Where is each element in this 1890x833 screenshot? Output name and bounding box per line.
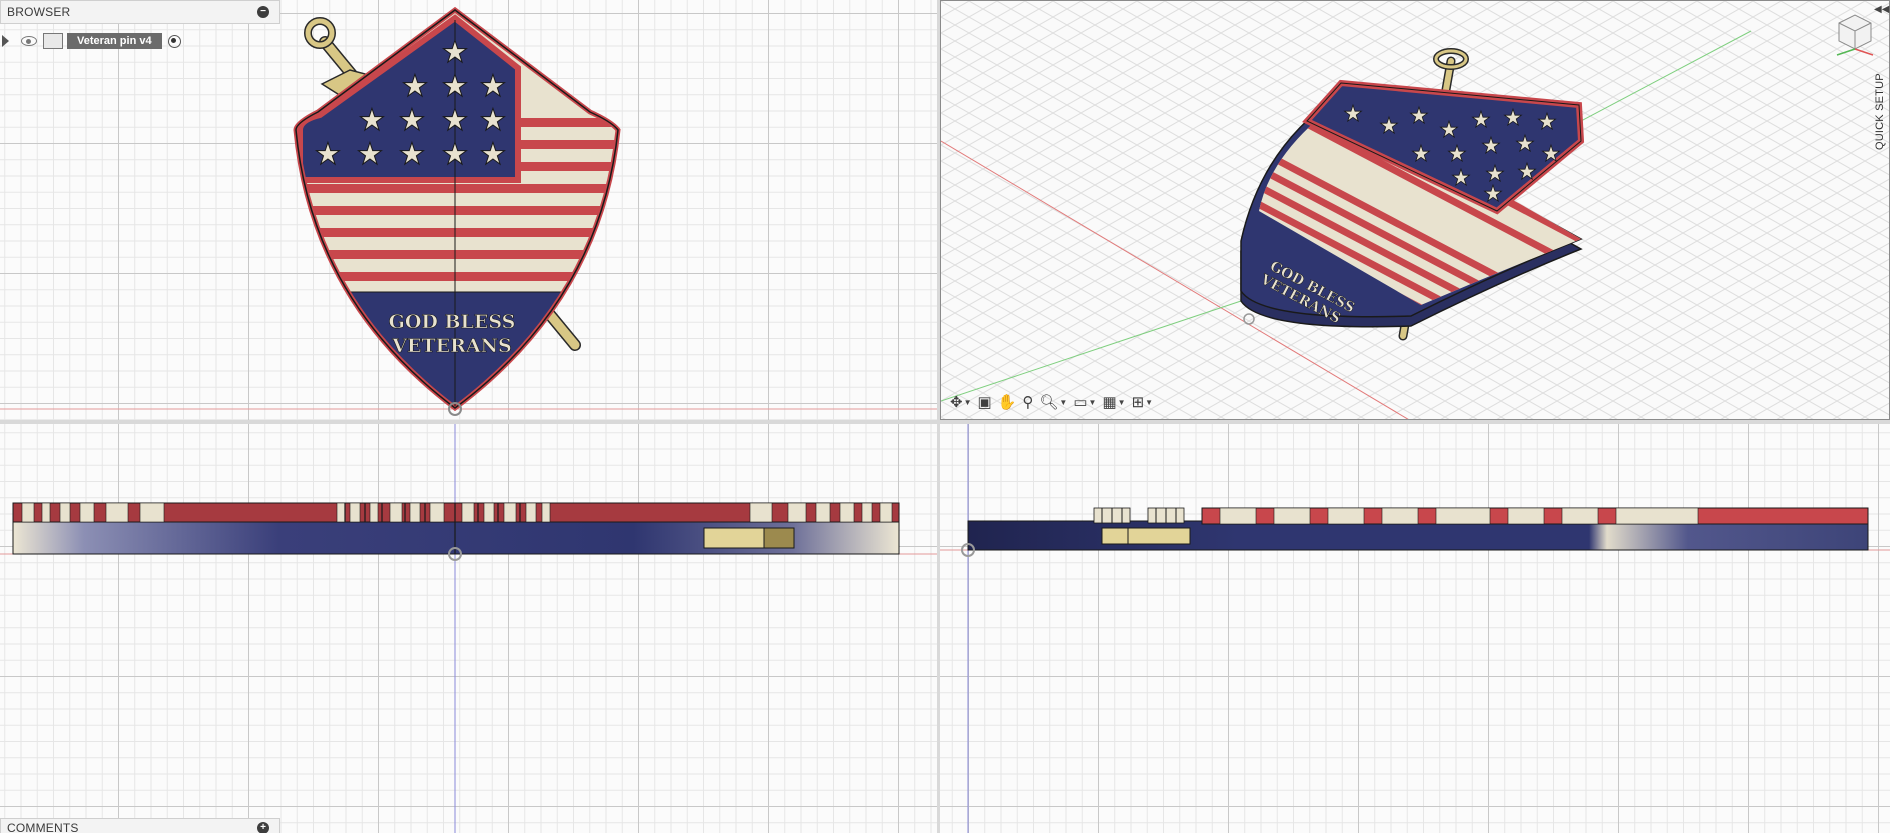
svg-text:★: ★ [402,70,429,103]
svg-text:★: ★ [315,138,342,171]
navigation-toolbar: ✥ ▼ ▣ ✋ ⚲ 🔍︎ ▼ ▭ ▼ ▦ ▼ ⊞ ▼ [948,390,1155,414]
viewport-divider-vertical[interactable] [937,0,940,833]
fit-icon[interactable]: 🔍︎ ▼ [1037,391,1069,413]
svg-text:★: ★ [1481,133,1501,158]
svg-text:★: ★ [480,70,507,103]
svg-text:★: ★ [1343,101,1363,126]
top-view-model: ★ ★ ★ ★ ★ ★ ★ ★ ★ ★ ★ ★ ★ GOD BLESS VETE… [0,6,937,416]
svg-text:★: ★ [1503,105,1523,130]
collapse-arrows-icon[interactable]: ◀◀ [1874,4,1889,15]
viewcube[interactable] [1833,9,1877,59]
look-at-icon[interactable]: ▣ [976,391,994,413]
front-view-model [0,424,937,833]
svg-text:★: ★ [357,138,384,171]
zoom-icon[interactable]: ⚲ [1020,391,1035,413]
plus-circle-icon[interactable]: + [257,822,269,833]
svg-text:★: ★ [1541,141,1561,166]
front-viewport[interactable] [0,424,937,833]
engraved-text-line1: GOD BLESS [389,311,516,333]
perspective-viewport[interactable]: ★ ★ ★ ★ ★ ★ ★ ★ ★ ★ ★ ★ ★ ★ ★ ★ GOD BLESS VETERANS [940,0,1890,420]
top-viewport[interactable]: ★ ★ ★ ★ ★ ★ ★ ★ ★ ★ ★ ★ ★ GOD BLESS VETE… [0,0,937,420]
svg-text:★: ★ [1411,141,1431,166]
right-view-model [940,424,1890,833]
grid-icon[interactable]: ▦ ▼ [1100,391,1127,413]
perspective-model: ★ ★ ★ ★ ★ ★ ★★ ★ ★ ★ ★ ★ ★ ★ ★ GOD BLESS VETERANS [941,1,1889,419]
browser-title: BROWSER [7,5,71,19]
browser-component-row[interactable]: Veteran pin v4 [0,30,181,52]
right-viewport[interactable] [940,424,1890,833]
comments-title: COMMENTS [7,821,79,833]
quick-setup-tab[interactable]: QUICK SETUP [1874,73,1886,150]
svg-text:★: ★ [1483,181,1503,206]
svg-text:★: ★ [442,104,469,137]
browser-panel-header[interactable]: BROWSER − [0,0,280,24]
svg-text:★: ★ [1447,141,1467,166]
viewport-divider-horizontal[interactable] [0,420,1890,424]
svg-text:★: ★ [399,104,426,137]
minus-circle-icon[interactable]: − [257,6,269,18]
pan-hand-icon[interactable]: ✋ [996,391,1019,413]
svg-text:★: ★ [1439,117,1459,142]
engraved-text-line2: VETERANS [391,335,511,357]
visibility-eye-icon[interactable] [21,36,37,46]
component-icon [43,33,63,49]
svg-text:★: ★ [480,138,507,171]
svg-text:★: ★ [480,104,507,137]
orbit-icon[interactable]: ✥ ▼ [948,391,974,413]
svg-text:★: ★ [1517,159,1537,184]
svg-text:★: ★ [1471,107,1491,132]
component-name[interactable]: Veteran pin v4 [67,33,162,49]
svg-text:★: ★ [1515,131,1535,156]
svg-text:★: ★ [1409,103,1429,128]
svg-text:★: ★ [1537,109,1557,134]
svg-text:★: ★ [442,138,469,171]
svg-text:★: ★ [1451,165,1471,190]
expand-arrow-icon[interactable] [2,35,9,47]
multi-viewport-icon[interactable]: ⊞ ▼ [1130,391,1156,413]
fusion-design-workspace: ★ ★ ★ ★ ★ ★ ★ ★ ★ ★ ★ ★ ★ GOD BLESS VETE… [0,0,1890,833]
svg-text:★: ★ [399,138,426,171]
svg-text:★: ★ [442,70,469,103]
activate-radio-icon[interactable] [167,34,181,48]
svg-text:★: ★ [359,104,386,137]
svg-text:★: ★ [442,36,469,69]
display-settings-icon[interactable]: ▭ ▼ [1071,391,1098,413]
comments-panel-header[interactable]: COMMENTS + [0,818,280,833]
svg-text:★: ★ [1379,113,1399,138]
